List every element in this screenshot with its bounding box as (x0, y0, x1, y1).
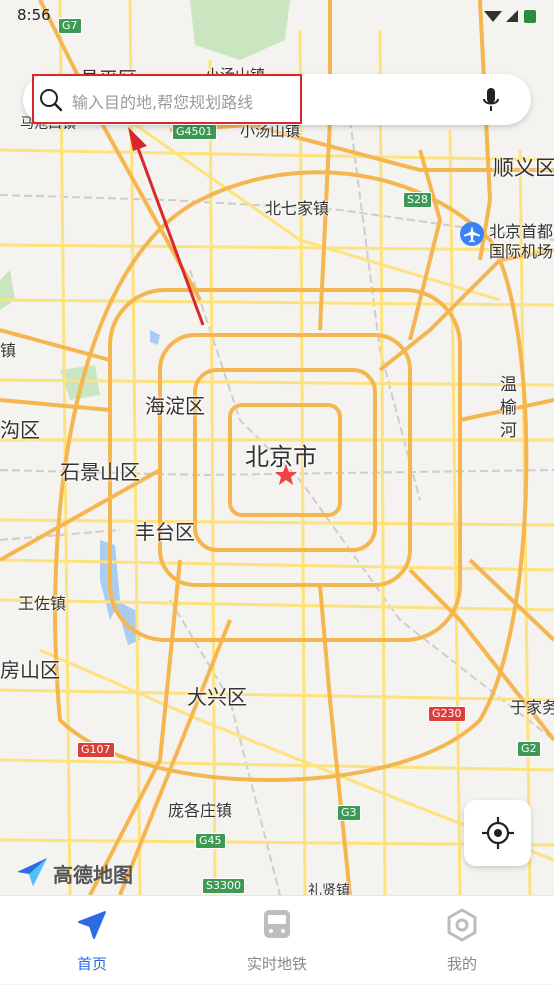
amap-logo-icon (17, 858, 47, 886)
road-shield-g107: G107 (77, 742, 115, 758)
map-view[interactable]: 昌平区 小汤山镇 马池口镇 小汤山镇 顺义区 北七家镇 北京首都 国际机场 镇 … (0, 0, 554, 895)
search-placeholder[interactable]: 输入目的地,帮您规划路线 (72, 89, 253, 113)
subway-train-icon (264, 910, 290, 938)
map-label-wenyuhe-2: 榆 (500, 398, 517, 418)
search-icon (40, 89, 63, 112)
amap-logo-text: 高德地图 (53, 863, 133, 887)
tab-realtime-subway[interactable]: 实时地铁 (217, 896, 337, 985)
tab-mine[interactable]: 我的 (402, 896, 522, 985)
crosshair-icon (482, 817, 514, 849)
airport-icon (460, 222, 484, 246)
status-bar: 8:56 (0, 0, 554, 30)
map-label-shunyi: 顺义区 (493, 156, 554, 180)
map-label-daxing: 大兴区 (187, 685, 247, 709)
road-shield-s3300: S3300 (202, 878, 245, 894)
road-shield-s28: S28 (403, 192, 432, 208)
map-label-beijing: 北京市 (245, 443, 317, 471)
tab-mine-label: 我的 (446, 955, 477, 973)
map-label-fangshan: 房山区 (0, 658, 60, 682)
tab-realtime-subway-label: 实时地铁 (246, 955, 307, 973)
locate-me-button[interactable] (464, 800, 531, 866)
map-label-yujiawu: 于家务 (510, 698, 554, 717)
map-label-fengtai: 丰台区 (135, 520, 195, 544)
tab-home[interactable]: 首页 (32, 896, 152, 985)
map-label-wenyuhe-1: 温 (500, 375, 517, 395)
map-label-lixian: 礼贤镇 (308, 883, 350, 895)
road-shield-g230: G230 (428, 706, 466, 722)
status-icons (484, 10, 536, 23)
map-label-zhen: 镇 (0, 341, 17, 360)
map-label-wenyuhe-3: 河 (500, 421, 517, 441)
map-label-haidian: 海淀区 (145, 394, 205, 418)
road-shield-g4501: G4501 (172, 124, 217, 140)
search-bar[interactable]: 输入目的地,帮您规划路线 (23, 74, 531, 125)
map-label-beiqijia: 北七家镇 (265, 199, 330, 218)
bottom-tab-bar: 首页 实时地铁 我的 (0, 895, 554, 984)
road-shield-g3: G3 (337, 805, 361, 821)
hexagon-profile-icon (447, 908, 477, 942)
microphone-icon[interactable] (481, 87, 501, 113)
map-label-mentougou: 沟区 (0, 418, 40, 442)
map-label-airport-2: 国际机场 (489, 242, 554, 261)
status-time: 8:56 (17, 6, 51, 24)
navigation-arrow-icon (78, 911, 106, 939)
road-shield-g45: G45 (195, 833, 226, 849)
map-label-shijingshan: 石景山区 (60, 460, 140, 484)
tab-home-label: 首页 (76, 955, 107, 973)
map-label-wangzuo: 王佐镇 (18, 594, 67, 613)
road-shield-g2: G2 (517, 741, 541, 757)
map-label-pangezhuang: 庞各庄镇 (168, 801, 233, 820)
